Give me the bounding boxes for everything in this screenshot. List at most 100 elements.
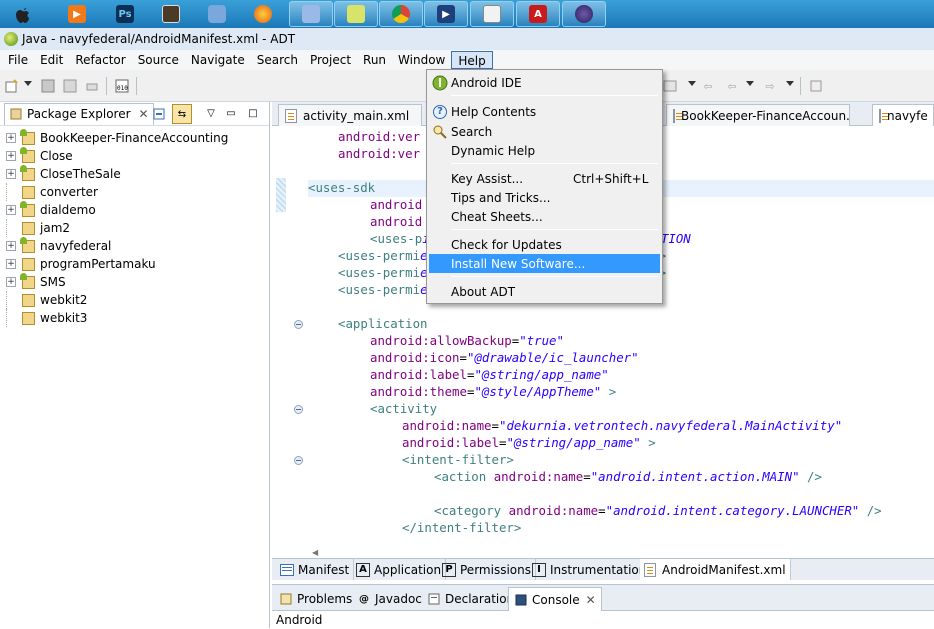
editor-tab-activity-main[interactable]: activity_main.xml xyxy=(278,104,422,126)
tree-item[interactable]: webkit2 xyxy=(6,291,87,309)
tree-item[interactable]: + SMS xyxy=(6,273,66,291)
menu-window[interactable]: Window xyxy=(392,51,451,69)
editor-tab-navyfederal[interactable]: navyfe xyxy=(872,104,934,126)
menu-search[interactable]: Search xyxy=(251,51,304,69)
misc-dropdown-arrow[interactable] xyxy=(688,81,696,86)
menu-item-android-ide[interactable]: Android IDE xyxy=(429,73,660,92)
tree-item[interactable]: + CloseTheSale xyxy=(6,165,121,183)
horizontal-scrollbar[interactable]: ◀ xyxy=(272,546,934,558)
save-icon[interactable] xyxy=(40,78,56,94)
code-line: android:ver xyxy=(338,145,420,162)
menu-item-about-adt[interactable]: About ADT xyxy=(429,282,660,301)
code-token: <application xyxy=(338,316,428,331)
notes-icon[interactable] xyxy=(156,1,186,27)
back-dropdown-arrow[interactable] xyxy=(746,81,754,86)
firefox-icon[interactable] xyxy=(248,1,278,27)
tab-application[interactable]: A Application xyxy=(352,559,447,580)
back-edit-icon[interactable]: ⇦ xyxy=(700,78,716,94)
tree-item[interactable]: + navyfederal xyxy=(6,237,111,255)
binary-icon[interactable]: 010 xyxy=(114,78,130,94)
tree-item-label: CloseTheSale xyxy=(40,167,121,181)
menu-help[interactable]: Help xyxy=(451,51,493,69)
tab-problems[interactable]: Problems xyxy=(274,587,357,611)
tab-manifest[interactable]: Manifest xyxy=(276,559,355,580)
expand-icon[interactable]: + xyxy=(6,169,16,179)
link-with-editor-icon[interactable]: ⇆ xyxy=(172,104,192,124)
forward-icon[interactable]: ⇨ xyxy=(762,78,778,94)
manifest-icon xyxy=(280,563,294,577)
save-all-icon[interactable] xyxy=(62,78,78,94)
menu-item-check-for-updates[interactable]: Check for Updates xyxy=(429,235,660,254)
expand-icon[interactable]: + xyxy=(6,133,16,143)
menu-edit[interactable]: Edit xyxy=(34,51,69,69)
menu-item-key-assist[interactable]: Key Assist... Ctrl+Shift+L xyxy=(429,169,660,188)
print-icon[interactable] xyxy=(84,78,100,94)
tab-permissions[interactable]: P Permissions xyxy=(438,559,536,580)
media-player-icon[interactable]: ▶ xyxy=(62,1,92,27)
close-icon[interactable]: ✕ xyxy=(586,593,596,607)
view-menu-icon[interactable]: ▽ xyxy=(204,106,218,120)
new-dropdown-arrow[interactable] xyxy=(24,81,32,86)
network-icon[interactable] xyxy=(334,1,378,27)
scroll-left-icon[interactable]: ◀ xyxy=(312,548,318,557)
collapse-all-icon[interactable] xyxy=(152,107,166,121)
menu-project[interactable]: Project xyxy=(304,51,357,69)
eclipse-icon[interactable] xyxy=(562,1,606,27)
fold-icon[interactable] xyxy=(294,320,303,329)
menu-item-install-new-software[interactable]: Install New Software... xyxy=(429,254,660,273)
menu-source[interactable]: Source xyxy=(132,51,185,69)
menu-item-help-contents[interactable]: ? Help Contents xyxy=(429,102,660,121)
tab-console[interactable]: Console ✕ xyxy=(508,587,602,611)
pin-editor-icon[interactable] xyxy=(808,78,824,94)
maximize-icon[interactable]: □ xyxy=(246,106,260,120)
expand-icon[interactable]: + xyxy=(6,259,16,269)
minimize-icon[interactable]: ▭ xyxy=(224,106,238,120)
menu-file[interactable]: File xyxy=(2,51,34,69)
tab-javadoc[interactable]: @ Javadoc xyxy=(352,587,427,611)
menu-navigate[interactable]: Navigate xyxy=(185,51,251,69)
menu-item-search[interactable]: Search xyxy=(429,122,660,141)
tree-item[interactable]: jam2 xyxy=(6,219,70,237)
chrome-icon[interactable] xyxy=(379,1,423,27)
expand-icon[interactable]: + xyxy=(6,205,16,215)
package-explorer-tab[interactable]: Package Explorer ✕ xyxy=(4,102,154,125)
notepad-icon[interactable] xyxy=(470,1,514,27)
tree-item[interactable]: converter xyxy=(6,183,98,201)
menu-run[interactable]: Run xyxy=(357,51,392,69)
fold-icon[interactable] xyxy=(294,456,303,465)
menu-bar: File Edit Refactor Source Navigate Searc… xyxy=(0,50,934,70)
acrobat-icon[interactable]: A xyxy=(516,1,560,27)
tree-item[interactable]: + BookKeeper-FinanceAccounting xyxy=(6,129,228,147)
menu-item-cheat-sheets[interactable]: Cheat Sheets... xyxy=(429,207,660,226)
tab-androidmanifest-xml[interactable]: AndroidManifest.xml xyxy=(640,559,791,580)
close-icon[interactable]: ✕ xyxy=(139,107,149,121)
tree-item[interactable]: + Close xyxy=(6,147,73,165)
virtualbox-icon[interactable] xyxy=(202,1,232,27)
toolbar-misc-icon[interactable] xyxy=(662,78,678,94)
code-token: <intent-filter> xyxy=(402,452,514,467)
media-icon[interactable]: ▶ xyxy=(424,1,468,27)
tab-instrumentation[interactable]: I Instrumentation xyxy=(528,559,652,580)
back-icon[interactable]: ⇦ xyxy=(724,78,740,94)
editor-tab-bookkeeper[interactable]: BookKeeper-FinanceAccoun... xyxy=(666,104,850,126)
menu-item-tips-and-tricks[interactable]: Tips and Tricks... xyxy=(429,188,660,207)
code-line: </intent-filter> xyxy=(402,519,521,536)
explorer-icon[interactable] xyxy=(289,1,333,27)
expand-icon[interactable]: + xyxy=(6,277,16,287)
search-help-icon xyxy=(432,124,448,140)
apple-icon[interactable] xyxy=(8,1,38,27)
forward-dropdown-arrow[interactable] xyxy=(786,81,794,86)
new-icon[interactable] xyxy=(4,78,20,94)
tree-item[interactable]: webkit3 xyxy=(6,309,87,327)
photoshop-icon[interactable]: Ps xyxy=(110,1,140,27)
expand-icon[interactable]: + xyxy=(6,241,16,251)
tree-item[interactable]: + programPertamaku xyxy=(6,255,156,273)
code-token: android xyxy=(370,197,423,212)
menu-refactor[interactable]: Refactor xyxy=(69,51,131,69)
expand-icon[interactable]: + xyxy=(6,151,16,161)
menu-item-label: Search xyxy=(451,124,493,139)
tree-item[interactable]: + dialdemo xyxy=(6,201,96,219)
fold-icon[interactable] xyxy=(294,405,303,414)
menu-item-dynamic-help[interactable]: Dynamic Help xyxy=(429,141,660,160)
tab-declaration[interactable]: Declaration xyxy=(422,587,519,611)
